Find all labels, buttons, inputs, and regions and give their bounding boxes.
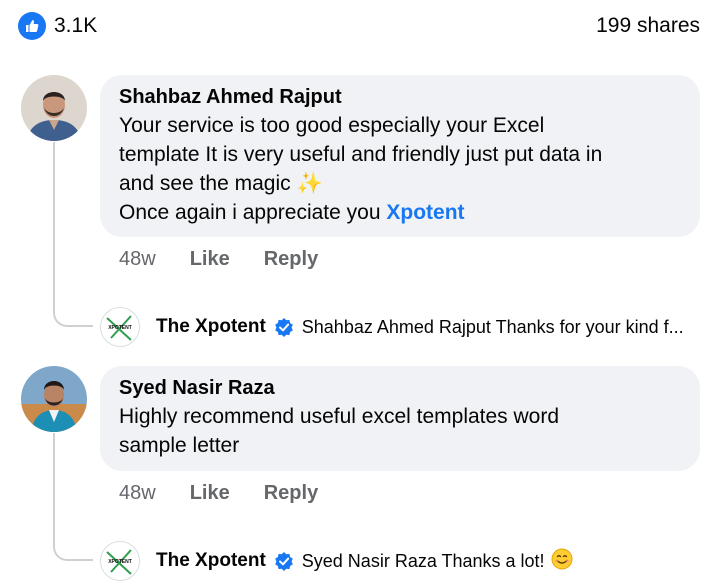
comment-author[interactable]: Shahbaz Ahmed Rajput (119, 86, 602, 109)
shares-count[interactable]: 199 shares (596, 14, 700, 38)
thread-connector (53, 433, 93, 561)
reply-preview[interactable]: XPOTENT The Xpotent Syed Nasir Raza Than… (100, 541, 573, 581)
comment-bubble: Shahbaz Ahmed Rajput Your service is too… (100, 75, 700, 237)
comment-text: Highly recommend useful excel templates … (119, 405, 560, 457)
comment-actions: 48w Like Reply (119, 482, 318, 505)
reply-button[interactable]: Reply (264, 482, 318, 505)
svg-text:XPOTENT: XPOTENT (108, 325, 132, 331)
xpotent-logo: XPOTENT (100, 307, 140, 347)
avatar[interactable] (21, 366, 87, 432)
avatar[interactable] (21, 75, 87, 141)
timestamp[interactable]: 48w (119, 482, 156, 505)
thumbs-up-icon (18, 12, 46, 40)
verified-badge-icon (274, 551, 294, 571)
xpotent-logo: XPOTENT (100, 541, 140, 581)
comment-text: Your service is too good especially your… (119, 114, 603, 224)
like-button[interactable]: Like (190, 482, 230, 505)
smiling-face-icon (551, 548, 573, 575)
comment-actions: 48w Like Reply (119, 248, 318, 271)
verified-badge-icon (274, 317, 294, 337)
timestamp[interactable]: 48w (119, 248, 156, 271)
reply-author[interactable]: The Xpotent (156, 316, 266, 338)
sparkles-icon: ✨ (296, 172, 323, 195)
reaction-count: 3.1K (54, 14, 98, 37)
mention-link[interactable]: Xpotent (386, 201, 464, 224)
reply-text: Syed Nasir Raza Thanks a lot! (301, 550, 545, 571)
reply-button[interactable]: Reply (264, 248, 318, 271)
reply-text: Shahbaz Ahmed Rajput Thanks for your kin… (301, 316, 684, 337)
like-button[interactable]: Like (190, 248, 230, 271)
reply-preview[interactable]: XPOTENT The Xpotent Shahbaz Ahmed Rajput… (100, 307, 684, 347)
comment-bubble: Syed Nasir Raza Highly recommend useful … (100, 366, 700, 471)
thread-connector (53, 142, 93, 327)
comment-author[interactable]: Syed Nasir Raza (119, 377, 559, 400)
reply-author[interactable]: The Xpotent (156, 550, 266, 572)
svg-text:XPOTENT: XPOTENT (108, 559, 132, 565)
reactions-summary[interactable]: 3.1K (18, 12, 97, 40)
